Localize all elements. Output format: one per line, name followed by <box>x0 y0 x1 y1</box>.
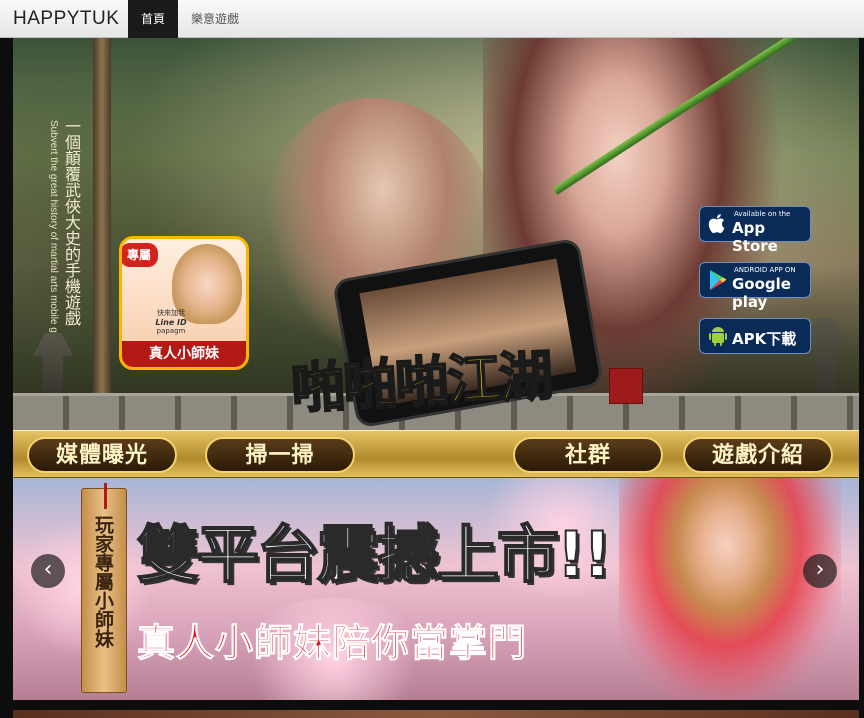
promo-add-text: 快來加我 <box>157 309 185 317</box>
menu-media-exposure[interactable]: 媒體曝光 <box>27 437 177 473</box>
promo-carousel: 玩家專屬小師妹 雙平台震撼上市!! 真人小師妹陪你當掌門 ‹ › <box>13 478 859 700</box>
carousel-subline: 真人小師妹陪你當掌門 <box>136 621 528 666</box>
carousel-prev-arrow-icon[interactable]: ‹ <box>31 554 65 588</box>
bottom-section-edge <box>13 710 859 718</box>
scroll-tie <box>104 483 107 509</box>
main-nav: 首頁 樂意遊戲 <box>128 0 252 38</box>
android-icon <box>709 327 727 346</box>
brand-logo[interactable]: HAPPYTUK <box>13 8 119 30</box>
hanging-scroll: 玩家專屬小師妹 <box>81 483 127 693</box>
app-store-button[interactable]: Available on the App Store <box>699 206 811 255</box>
carousel-next-arrow-icon[interactable]: › <box>803 554 837 588</box>
hero-tagline-zh: 一個顛覆武俠大史的手機遊戲 <box>62 118 81 326</box>
menu-community[interactable]: 社群 <box>513 437 663 473</box>
game-logo: 啪啪啪江湖 <box>289 342 554 422</box>
menu-game-intro[interactable]: 遊戲介紹 <box>683 437 833 473</box>
google-play-small-text: ANDROID APP ON <box>734 266 796 274</box>
google-play-icon <box>710 270 727 290</box>
promo-line-id: papagm <box>156 327 186 335</box>
apk-download-button[interactable]: APK下載 <box>699 318 811 354</box>
promo-tag-badge: 專屬 <box>122 243 158 267</box>
app-store-small-text: Available on the <box>734 210 791 218</box>
gold-menu-bar: 媒體曝光 掃一掃 社群 遊戲介紹 <box>13 430 859 478</box>
promo-name: 真人小師妹 <box>122 341 246 367</box>
apple-icon <box>708 214 725 234</box>
app-store-label: App Store <box>732 219 778 255</box>
promo-line-info: 快來加我 Line ID papagm <box>142 309 200 336</box>
nav-item-home[interactable]: 首頁 <box>128 0 179 38</box>
line-id-promo-card[interactable]: 專屬 快來加我 Line ID papagm 真人小師妹 <box>119 236 249 370</box>
hero-tagline-en: Subvert the great history of martial art… <box>48 120 59 358</box>
nav-item-games[interactable]: 樂意遊戲 <box>178 0 252 38</box>
wooden-pole <box>93 38 111 430</box>
google-play-button[interactable]: ANDROID APP ON Google play <box>699 262 811 311</box>
top-navbar: HAPPYTUK 首頁 樂意遊戲 <box>0 0 864 38</box>
hero-banner: 一個顛覆武俠大史的手機遊戲 Subvert the great history … <box>13 38 859 430</box>
model-photo <box>619 478 841 700</box>
carousel-headline: 雙平台震撼上市!! <box>136 517 613 592</box>
red-seal-stamp <box>609 368 643 404</box>
scroll-text: 玩家專屬小師妹 <box>92 515 114 648</box>
google-play-label: Google play <box>732 275 791 311</box>
apk-download-label: APK下載 <box>732 330 797 348</box>
promo-line-label: Line ID <box>155 318 187 327</box>
menu-scan[interactable]: 掃一掃 <box>205 437 355 473</box>
